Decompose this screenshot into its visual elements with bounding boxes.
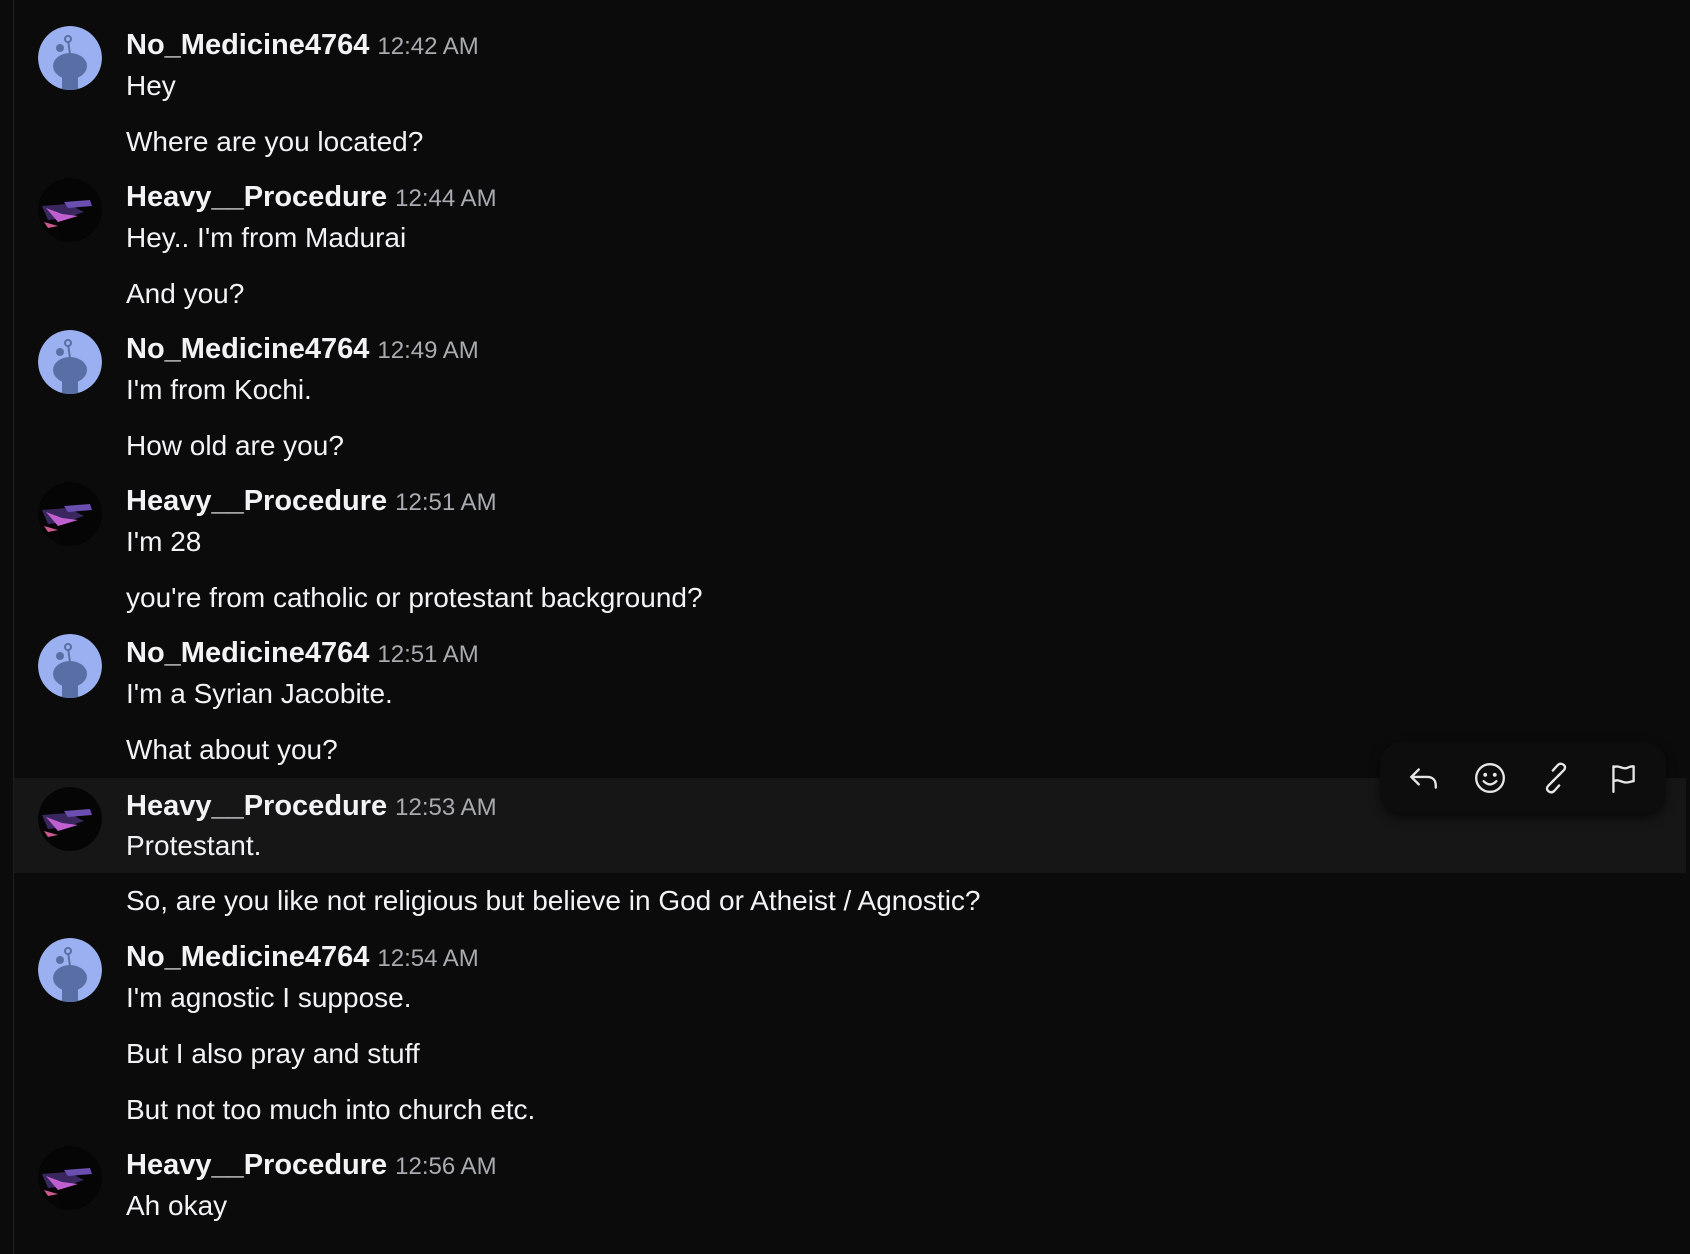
timestamp: 12:51 AM [377, 641, 479, 668]
message-text: I'm a Syrian Jacobite. [126, 678, 393, 709]
snoo-avatar-icon [38, 330, 102, 394]
dark-purple-avatar-icon [38, 1146, 102, 1210]
snoo-avatar-icon [38, 938, 102, 1002]
message-text: I'm from Kochi. [126, 374, 312, 405]
username[interactable]: Heavy__Procedure [126, 1149, 387, 1181]
report-button[interactable] [1600, 755, 1646, 801]
dark-purple-avatar-icon [38, 787, 102, 851]
message-group: Heavy__Procedure 12:44 AM Hey.. I'm from … [14, 152, 1686, 309]
add-reaction-button[interactable] [1467, 755, 1513, 801]
dark-purple-avatar-icon [38, 482, 102, 546]
emoji-icon [1474, 763, 1505, 793]
message-text: Hey.. I'm from Madurai [126, 222, 407, 253]
username[interactable]: Heavy__Procedure [126, 790, 387, 822]
user-avatar[interactable] [38, 787, 102, 851]
timestamp: 12:44 AM [395, 185, 497, 212]
message-text: I'm agnostic I suppose. [126, 982, 412, 1013]
message-text: Protestant. [126, 830, 262, 861]
message-header: Heavy__Procedure 12:53 AM [126, 788, 497, 824]
message-header: No_Medicine4764 12:42 AM [126, 27, 479, 63]
message-hover-toolbar [1380, 742, 1666, 814]
message-group: No_Medicine4764 12:49 AM I'm from Kochi. … [14, 304, 1686, 461]
message-header: No_Medicine4764 12:49 AM [126, 331, 479, 367]
message-header: Heavy__Procedure 12:51 AM [126, 483, 497, 519]
timestamp: 12:53 AM [395, 794, 497, 821]
user-avatar[interactable] [38, 1146, 102, 1210]
user-avatar[interactable] [38, 634, 102, 698]
link-icon [1546, 762, 1567, 794]
user-avatar[interactable] [38, 330, 102, 394]
username[interactable]: Heavy__Procedure [126, 485, 387, 517]
snoo-avatar-icon [38, 26, 102, 90]
message-text: But I also pray and stuff [126, 1038, 420, 1069]
message-text: I'm 28 [126, 526, 202, 557]
user-avatar[interactable] [38, 26, 102, 90]
timestamp: 12:49 AM [377, 337, 479, 364]
message-text: What about you? [126, 734, 338, 765]
dark-purple-avatar-icon [38, 178, 102, 242]
username[interactable]: No_Medicine4764 [126, 941, 369, 973]
username[interactable]: No_Medicine4764 [126, 637, 369, 669]
reply-button[interactable] [1400, 755, 1446, 801]
username[interactable]: No_Medicine4764 [126, 29, 369, 61]
username[interactable]: Heavy__Procedure [126, 181, 387, 213]
message-text: Ah okay [126, 1190, 228, 1221]
message-text: Hey [126, 70, 176, 101]
snoo-avatar-icon [38, 634, 102, 698]
user-avatar[interactable] [38, 178, 102, 242]
message-group: No_Medicine4764 12:54 AM I'm agnostic I s… [14, 912, 1686, 1136]
timestamp: 12:42 AM [377, 33, 479, 60]
timestamp: 12:56 AM [395, 1153, 497, 1180]
flag-icon [1612, 765, 1635, 793]
user-avatar[interactable] [38, 938, 102, 1002]
reply-icon [1410, 768, 1438, 789]
timestamp: 12:54 AM [377, 945, 479, 972]
message-header: No_Medicine4764 12:54 AM [126, 939, 479, 975]
message-group: Heavy__Procedure 12:56 AM Ah okay [14, 1120, 1686, 1254]
message-header: Heavy__Procedure 12:44 AM [126, 179, 497, 215]
message-group: Heavy__Procedure 12:51 AM I'm 28 you're f… [14, 456, 1686, 613]
username[interactable]: No_Medicine4764 [126, 333, 369, 365]
message-header: Heavy__Procedure 12:56 AM [126, 1147, 497, 1183]
timestamp: 12:51 AM [395, 489, 497, 516]
chat-message-list: No_Medicine4764 12:42 AM Hey Where are yo… [14, 0, 1690, 1254]
user-avatar[interactable] [38, 482, 102, 546]
message-header: No_Medicine4764 12:51 AM [126, 635, 479, 671]
copy-link-button[interactable] [1533, 755, 1579, 801]
